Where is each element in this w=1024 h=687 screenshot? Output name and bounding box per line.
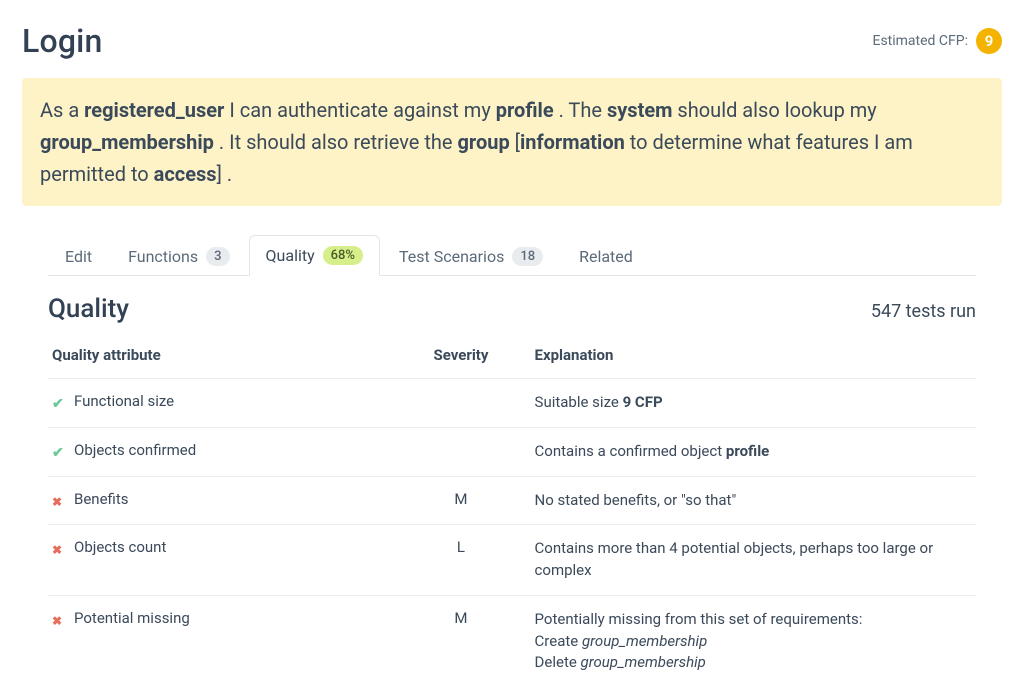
tab-edit[interactable]: Edit — [48, 236, 109, 276]
story-keyword: group — [458, 130, 510, 154]
story-text: ] . — [217, 162, 233, 186]
tab-label: Edit — [65, 247, 92, 266]
check-icon — [52, 443, 70, 461]
tab-badge: 3 — [206, 247, 229, 266]
story-keyword: information — [520, 130, 625, 154]
cross-icon — [52, 492, 70, 510]
estimated-cfp: Estimated CFP: 9 — [872, 28, 1002, 54]
table-row: Objects count LContains more than 4 poten… — [48, 525, 976, 596]
explanation-text: group_membership — [581, 653, 706, 671]
severity-cell: M — [391, 476, 530, 525]
table-row: Benefits M No stated benefits, or "so that… — [48, 476, 976, 525]
explanation-text: group_membership — [582, 632, 707, 650]
explanation-cell: Contains a confirmed object profile — [531, 427, 976, 476]
check-icon — [52, 394, 70, 412]
quality-attribute: Functional size — [74, 392, 174, 410]
story-text: As a — [40, 98, 84, 122]
explanation-text: No stated benefits, or "so that" — [535, 491, 737, 509]
tab-label: Quality — [266, 246, 315, 265]
explanation-text: Contains more than 4 potential objects, … — [535, 539, 934, 579]
explanation-cell: No stated benefits, or "so that" — [531, 476, 976, 525]
explanation-cell: Suitable size 9 CFP — [531, 379, 976, 428]
severity-cell — [391, 379, 530, 428]
page-title: Login — [22, 22, 103, 60]
story-keyword: registered_user — [84, 98, 224, 122]
explanation-text: 9 CFP — [623, 393, 663, 411]
story-text: . The — [554, 98, 607, 122]
quality-attribute: Objects count — [74, 538, 166, 556]
cfp-label: Estimated CFP: — [872, 33, 968, 49]
tab-badge: 18 — [512, 247, 543, 266]
explanation-text: profile — [726, 442, 769, 460]
tab-quality[interactable]: Quality 68% — [249, 235, 380, 276]
story-text: . It should also retrieve the — [214, 130, 458, 154]
tab-label: Test Scenarios — [399, 247, 504, 266]
explanation-text: Contains a confirmed object — [535, 442, 726, 460]
severity-cell: L — [391, 525, 530, 596]
story-keyword: system — [607, 98, 673, 122]
col-header-explanation: Explanation — [531, 336, 976, 379]
quality-attribute: Objects confirmed — [74, 441, 196, 459]
quality-attribute: Potential missing — [74, 609, 190, 627]
quality-attribute: Benefits — [74, 490, 129, 508]
severity-cell: M — [391, 595, 530, 687]
tabs: Edit Functions 3 Quality 68% Test Scenarios 18… — [48, 234, 976, 276]
story-text: I can authenticate against my — [224, 98, 495, 122]
cfp-badge: 9 — [976, 28, 1002, 54]
explanation-text: Suitable size — [535, 393, 623, 411]
story-keyword: profile — [496, 98, 554, 122]
tab-functions[interactable]: Functions 3 — [111, 236, 246, 276]
explanation-cell: Contains more than 4 potential objects, … — [531, 525, 976, 596]
user-story-box: As a registered_user I can authenticate … — [22, 78, 1002, 206]
tab-badge: 68% — [323, 246, 363, 265]
cross-icon — [52, 611, 70, 629]
tests-run-count: 547 tests run — [871, 301, 976, 322]
story-text: [ — [510, 130, 520, 154]
explanation-text: Potentially missing from this set of req… — [535, 610, 863, 628]
story-keyword: group_membership — [40, 130, 214, 154]
story-keyword: access — [154, 162, 217, 186]
tab-test-scenarios[interactable]: Test Scenarios 18 — [382, 236, 560, 276]
explanation-text: Create — [535, 632, 582, 650]
table-row: Functional size Suitable size 9 CFP — [48, 379, 976, 428]
table-row: Objects confirmed Contains a confirmed ob… — [48, 427, 976, 476]
story-text: should also lookup my — [672, 98, 876, 122]
explanation-text: Delete — [535, 653, 581, 671]
severity-cell — [391, 427, 530, 476]
tab-label: Related — [579, 247, 633, 266]
section-title-quality: Quality — [48, 294, 129, 324]
quality-table: Quality attribute Severity Explanation F… — [48, 336, 976, 687]
col-header-severity: Severity — [391, 336, 530, 379]
cross-icon — [52, 540, 70, 558]
tab-label: Functions — [128, 247, 198, 266]
col-header-attribute: Quality attribute — [48, 336, 391, 379]
explanation-cell: Potentially missing from this set of req… — [531, 595, 976, 687]
table-row: Potential missing M Potentially missing fr… — [48, 595, 976, 687]
tab-related[interactable]: Related — [562, 236, 650, 276]
